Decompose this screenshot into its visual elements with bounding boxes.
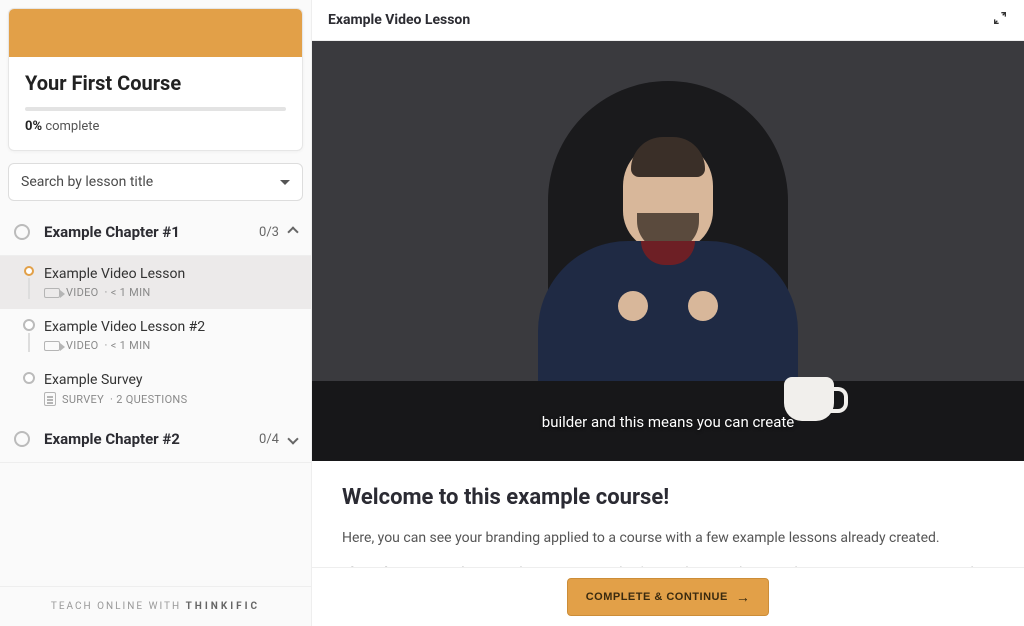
lesson-duration: · < 1 MIN (105, 339, 151, 352)
lesson-viewer: Example Video Lesson (312, 0, 1024, 626)
lesson-item[interactable]: Example Video Lesson #2 VIDEO · < 1 MIN (0, 309, 311, 362)
progress-text: 0% complete (25, 119, 286, 134)
course-card-body: Your First Course 0% complete (9, 57, 302, 150)
content-heading: Welcome to this example course! (342, 485, 994, 510)
survey-icon (44, 392, 56, 406)
lesson-title: Example Video Lesson #2 (44, 319, 297, 335)
chapter-header[interactable]: Example Chapter #2 0/4 (0, 416, 311, 463)
cta-label: COMPLETE & CONTINUE (586, 591, 728, 603)
lesson-meta: VIDEO · < 1 MIN (44, 339, 297, 352)
search-dropdown[interactable]: Search by lesson title (8, 163, 303, 201)
hand-shape (688, 291, 718, 321)
lesson-body: Example Video Lesson VIDEO · < 1 MIN (44, 266, 297, 299)
chapter-count: 0/3 (259, 225, 279, 240)
lesson-type: VIDEO (66, 339, 99, 352)
course-title: Your First Course (25, 71, 286, 95)
chapter-title: Example Chapter #1 (44, 223, 259, 241)
lesson-marker-column (14, 372, 44, 406)
arrow-right-icon: → (736, 589, 751, 605)
collar-shape (641, 241, 695, 265)
video-caption: builder and this means you can create (542, 413, 794, 431)
torso-shape (538, 241, 798, 391)
lesson-title: Example Survey (44, 372, 297, 388)
lesson-meta: SURVEY · 2 QUESTIONS (44, 392, 297, 406)
caret-down-icon (280, 180, 290, 185)
lesson-header: Example Video Lesson (312, 0, 1024, 41)
video-icon (44, 288, 60, 298)
lesson-marker-icon (24, 266, 34, 276)
progress-bar (25, 107, 286, 111)
sidebar-footer[interactable]: TEACH ONLINE WITH THINKIFIC (0, 586, 311, 626)
lesson-item[interactable]: Example Video Lesson VIDEO · < 1 MIN (0, 256, 311, 309)
app-root: Your First Course 0% complete Search by … (0, 0, 1024, 626)
chapter-count: 0/4 (259, 432, 279, 447)
chevron-down-icon (287, 433, 298, 444)
lesson-title: Example Video Lesson (44, 266, 297, 282)
head-shape (623, 141, 713, 251)
lesson-item[interactable]: Example Survey SURVEY · 2 QUESTIONS (0, 362, 311, 416)
lesson-connector (28, 333, 30, 352)
video-player[interactable]: builder and this means you can create (312, 41, 1024, 461)
hair-shape (631, 137, 705, 177)
footer-brand: THINKIFIC (186, 601, 260, 612)
video-still (312, 41, 1024, 461)
lesson-body: Example Video Lesson #2 VIDEO · < 1 MIN (44, 319, 297, 352)
chevron-up-icon (287, 226, 298, 237)
lesson-duration: · < 1 MIN (105, 286, 151, 299)
bottom-action-bar: COMPLETE & CONTINUE → (312, 567, 1024, 626)
chapter-title: Example Chapter #2 (44, 430, 259, 448)
progress-circle-icon (14, 224, 30, 240)
lesson-connector (28, 278, 30, 299)
lesson-meta: VIDEO · < 1 MIN (44, 286, 297, 299)
course-card: Your First Course 0% complete (8, 8, 303, 151)
progress-label: complete (45, 119, 99, 134)
lesson-marker-icon (23, 319, 35, 331)
lesson-duration: · 2 QUESTIONS (110, 393, 187, 406)
lesson-marker-column (14, 319, 44, 352)
lesson-type: VIDEO (66, 286, 99, 299)
hand-shape (618, 291, 648, 321)
lesson-marker-icon (23, 372, 35, 384)
expand-icon (992, 10, 1008, 26)
course-banner (9, 9, 302, 57)
chapter-list: Example Chapter #1 0/3 Example Video Les… (0, 209, 311, 586)
footer-prefix: TEACH ONLINE WITH (51, 601, 186, 612)
complete-continue-button[interactable]: COMPLETE & CONTINUE → (567, 578, 770, 616)
lesson-type: SURVEY (62, 393, 104, 406)
content-paragraph: Here, you can see your branding applied … (342, 528, 994, 549)
lesson-marker-column (14, 266, 44, 299)
progress-circle-icon (14, 431, 30, 447)
chapter-header[interactable]: Example Chapter #1 0/3 (0, 209, 311, 256)
search-placeholder: Search by lesson title (21, 174, 153, 190)
person-shape (538, 141, 798, 391)
course-sidebar: Your First Course 0% complete Search by … (0, 0, 312, 626)
progress-percent: 0% (25, 119, 42, 134)
lesson-header-title: Example Video Lesson (328, 12, 470, 28)
lesson-body: Example Survey SURVEY · 2 QUESTIONS (44, 372, 297, 406)
expand-button[interactable] (992, 10, 1008, 30)
video-icon (44, 341, 60, 351)
